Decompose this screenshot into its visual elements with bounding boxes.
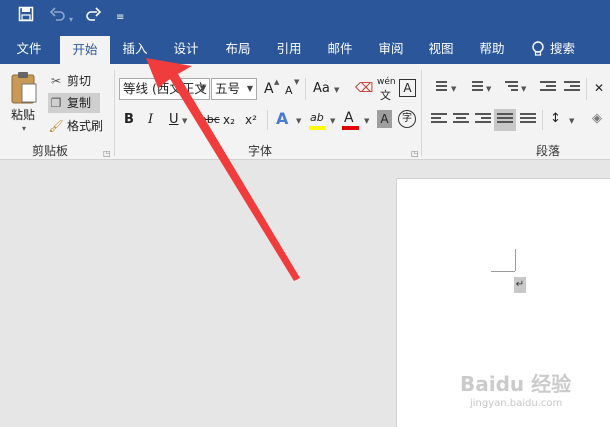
red-arrow-icon [146, 58, 300, 281]
annotation-arrow [146, 58, 300, 281]
baidu-watermark: Baidu 经验 [460, 372, 572, 396]
watermark-url: jingyan.baidu.com [470, 398, 563, 409]
